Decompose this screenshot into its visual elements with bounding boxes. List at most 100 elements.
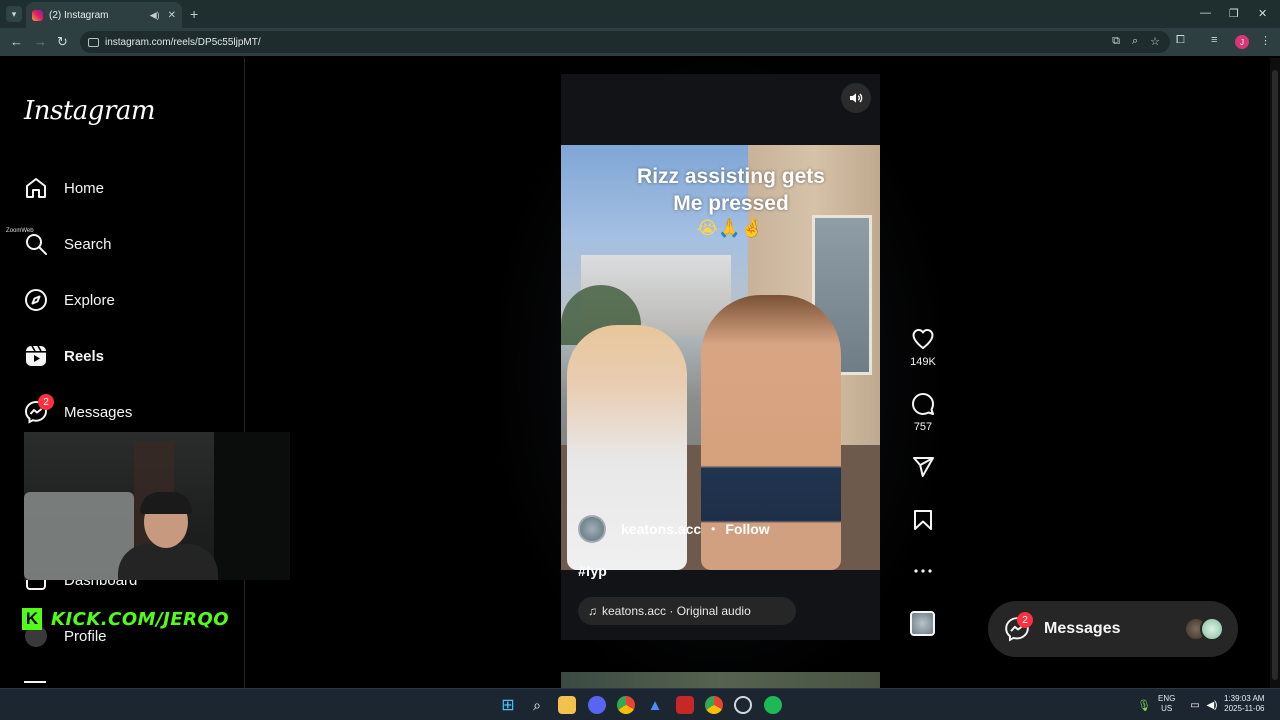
reel-caption-overlay: Rizz assisting gets Me pressed	[561, 163, 901, 217]
music-note-icon: ♫	[588, 604, 597, 618]
more-dots-icon	[914, 569, 932, 573]
sound-toggle-button[interactable]	[841, 83, 871, 113]
messages-floating-button[interactable]: Messages 2	[988, 601, 1238, 657]
heart-icon	[912, 329, 934, 349]
chrome-icon[interactable]	[617, 696, 635, 714]
sidebar-item-label: Messages	[64, 403, 133, 421]
restore-icon[interactable]: ❐	[1229, 7, 1239, 20]
instagram-favicon-icon	[32, 9, 43, 21]
more-menu-icon[interactable]	[24, 681, 46, 683]
home-icon	[24, 176, 48, 200]
webcam-overlay	[24, 432, 290, 580]
comment-action[interactable]: 757	[906, 392, 940, 433]
tab-title: (2) Instagram	[49, 9, 109, 21]
compass-icon	[24, 288, 48, 312]
tab-close-icon[interactable]: ✕	[168, 10, 176, 21]
kick-url-text: KICK.COM/JERQO	[51, 608, 230, 630]
author-avatar[interactable]	[578, 515, 606, 543]
zoom-icon[interactable]: ⌕	[1132, 35, 1138, 48]
new-tab-icon[interactable]: +	[190, 6, 198, 22]
sidebar-item-reels[interactable]: Reels	[24, 341, 104, 371]
comment-count: 757	[913, 421, 933, 433]
sidebar-item-label: Reels	[64, 347, 105, 365]
tab-audio-icon[interactable]: ◀)	[150, 10, 160, 21]
window-close-icon[interactable]: ✕	[1258, 7, 1267, 20]
messages-notification-badge: 2	[38, 394, 54, 410]
taskbar-search-icon[interactable]: ⌕	[528, 696, 546, 714]
caption-line-1: Rizz assisting gets	[637, 165, 825, 188]
like-count: 149K	[910, 356, 936, 368]
network-icon[interactable]: ▭	[1186, 696, 1204, 714]
app-a-icon[interactable]: ▲	[646, 696, 664, 714]
obs-icon[interactable]	[734, 696, 752, 714]
zoom-overlay-label: ZoomWeb	[6, 228, 34, 234]
profile-avatar[interactable]: J	[1235, 35, 1249, 49]
spotify-icon[interactable]	[764, 696, 782, 714]
voice-app-icon[interactable]	[676, 696, 694, 714]
separator-dot: •	[711, 522, 716, 536]
sidebar-item-explore[interactable]: Explore	[24, 285, 115, 315]
reels-icon	[24, 344, 48, 368]
microphone-icon[interactable]: 🎙	[1135, 696, 1153, 714]
extensions-icon[interactable]: ⧠	[1176, 34, 1185, 47]
file-explorer-icon[interactable]	[558, 696, 576, 714]
volume-icon[interactable]: ◀)	[1203, 696, 1221, 714]
sidebar-item-label: Search	[64, 235, 112, 253]
audio-label: keatons.acc · Original audio	[602, 604, 751, 618]
comment-icon	[912, 393, 934, 415]
sidebar-item-label: Home	[64, 179, 105, 197]
bookmark-star-icon[interactable]: ☆	[1150, 35, 1160, 48]
conversation-avatar	[1200, 617, 1224, 641]
save-action[interactable]	[906, 508, 940, 532]
sidebar-item-search[interactable]: Search	[24, 229, 112, 259]
search-icon	[24, 232, 48, 256]
instagram-logo[interactable]: Instagram	[24, 96, 156, 126]
author-username[interactable]: keatons.acc	[621, 521, 701, 537]
discord-icon[interactable]	[588, 696, 606, 714]
chrome-active-icon[interactable]	[705, 696, 723, 714]
caption-emojis: 😭🙏🤞	[697, 218, 763, 238]
messages-pill-label: Messages	[1044, 620, 1121, 637]
like-action[interactable]: 149K	[906, 327, 940, 368]
site-info-icon[interactable]	[88, 37, 99, 47]
windows-start-icon[interactable]: ⊞	[499, 696, 517, 714]
caption-line-2: Me pressed	[673, 192, 789, 215]
follow-button[interactable]: Follow	[725, 521, 769, 537]
audio-thumbnail[interactable]	[910, 611, 935, 636]
reading-list-icon[interactable]: ≡	[1211, 34, 1217, 46]
kick-logo-icon: K	[22, 608, 42, 630]
address-bar[interactable]: instagram.com/reels/DP5c55ljpMT/ ⧉ ⌕ ☆	[80, 31, 1170, 53]
clock-date: 2025-11-06	[1224, 704, 1265, 713]
browser-toolbar: ← → ↻ instagram.com/reels/DP5c55ljpMT/ ⧉…	[0, 28, 1280, 56]
sidebar-item-label: Explore	[64, 291, 115, 309]
region-code: US	[1161, 704, 1173, 713]
windows-taskbar: ⊞ ⌕ ▲ 🎙 ENG US ▭ ◀) 1:39:03 AM 2025-11-0…	[0, 688, 1280, 720]
back-icon[interactable]: ←	[10, 34, 23, 49]
reel-author-row: keatons.acc • Follow	[578, 515, 770, 543]
url-text: instagram.com/reels/DP5c55ljpMT/	[105, 36, 261, 48]
clock-time: 1:39:03 AM	[1224, 694, 1265, 703]
reel-hashtag[interactable]: #fyp	[578, 563, 607, 579]
install-app-icon[interactable]: ⧉	[1112, 35, 1120, 48]
language-indicator[interactable]: ENG US	[1158, 694, 1175, 714]
send-icon	[913, 457, 934, 477]
share-action[interactable]	[906, 455, 940, 479]
omnibox-actions: ⧉ ⌕ ☆	[1112, 35, 1160, 48]
more-options-action[interactable]	[906, 562, 940, 580]
minimize-icon[interactable]: —	[1200, 7, 1211, 19]
sidebar-item-home[interactable]: Home	[24, 173, 104, 203]
language-code: ENG	[1158, 694, 1176, 703]
reload-icon[interactable]: ↻	[57, 34, 68, 50]
next-reel-preview[interactable]	[561, 672, 880, 688]
browser-menu-icon[interactable]: ⋮	[1260, 34, 1271, 47]
speaker-icon	[850, 93, 863, 103]
webcam-person	[112, 492, 232, 580]
page-scrollbar[interactable]	[1270, 58, 1280, 688]
clock[interactable]: 1:39:03 AM 2025-11-06	[1224, 694, 1264, 714]
scrollbar-thumb[interactable]	[1272, 70, 1278, 680]
messages-pill-badge: 2	[1017, 612, 1033, 628]
forward-icon[interactable]: →	[34, 34, 47, 49]
reel-audio-link[interactable]: ♫ keatons.acc · Original audio	[578, 597, 796, 625]
browser-tab-instagram[interactable]: (2) Instagram ◀) ✕	[26, 2, 182, 28]
tab-search-icon[interactable]: ▾	[6, 6, 22, 22]
